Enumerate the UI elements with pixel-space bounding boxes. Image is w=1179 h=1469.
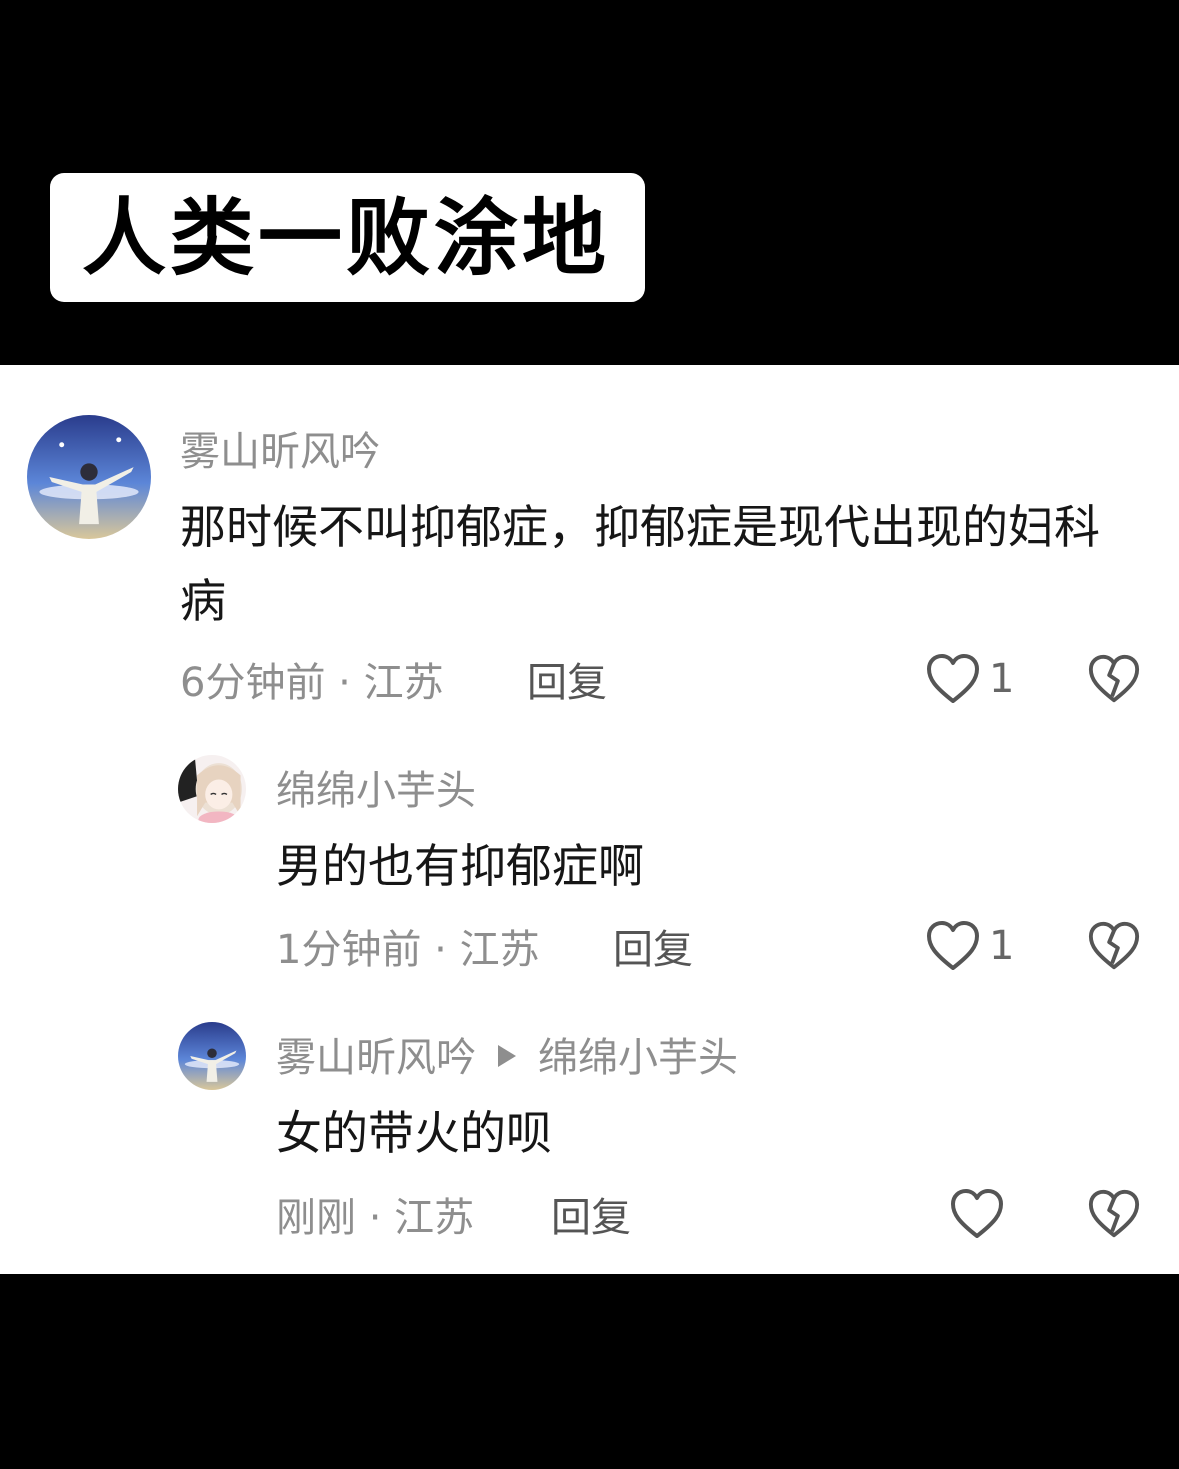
dislike-button[interactable] [1087,920,1141,972]
dislike-button[interactable] [1087,653,1141,705]
like-count: 1 [989,923,1015,969]
heart-icon [951,1189,1003,1238]
broken-heart-icon [1088,921,1140,970]
avatar[interactable] [178,1022,246,1090]
comment-username[interactable]: 雾山昕风吟 [180,432,380,472]
meta-separator: · [325,660,364,706]
comment-meta: 6分钟前 · 江苏 [180,663,444,703]
title-banner: 人类一败涂地 [50,173,645,302]
dislike-button[interactable] [1087,1188,1141,1240]
reply-location: 江苏 [459,927,540,973]
reply-meta: 刚刚 · 江苏 [276,1198,474,1238]
reply-time: 1分钟前 [276,927,422,973]
reply-text: 男的也有抑郁症啊 [276,839,644,893]
reply-username[interactable]: 绵绵小芋头 [276,771,476,811]
avatar[interactable] [178,755,246,823]
play-arrow-icon [498,1045,516,1067]
avatar[interactable] [27,415,151,539]
avatar-person-sky-icon [27,415,151,539]
meta-separator: · [421,927,460,973]
avatar-anime-girl-icon [178,755,246,823]
broken-heart-icon [1088,1189,1140,1238]
comment-time: 6分钟前 [180,660,326,706]
like-button[interactable]: 1 [925,653,1014,705]
heart-icon [925,653,981,705]
reply-location: 江苏 [394,1195,475,1241]
avatar-person-sky-icon [178,1022,246,1090]
reply-username[interactable]: 雾山昕风吟 [276,1035,476,1081]
broken-heart-icon [1088,654,1140,703]
like-button[interactable]: 1 [925,920,1014,972]
reply-text: 女的带火的呗 [276,1106,552,1160]
heart-icon [925,920,981,972]
reply-time: 刚刚 [276,1195,356,1241]
reply-meta: 1分钟前 · 江苏 [276,930,540,970]
reply-username-line: 雾山昕风吟 绵绵小芋头 [276,1038,738,1078]
video-title: 人类一败涂地 [82,188,611,287]
reply-button[interactable]: 回复 [613,930,693,970]
comment-text: 那时候不叫抑郁症，抑郁症是现代出现的妇科病 [180,500,1100,628]
meta-separator: · [356,1195,395,1241]
like-button[interactable] [949,1188,1005,1240]
reply-to-username[interactable]: 绵绵小芋头 [538,1035,738,1081]
comments-panel: 雾山昕风吟 那时候不叫抑郁症，抑郁症是现代出现的妇科病 6分钟前 · 江苏 回复… [0,365,1179,1274]
reply-button[interactable]: 回复 [527,663,607,703]
reply-button[interactable]: 回复 [551,1198,631,1238]
like-count: 1 [989,656,1015,702]
comment-location: 江苏 [363,660,444,706]
